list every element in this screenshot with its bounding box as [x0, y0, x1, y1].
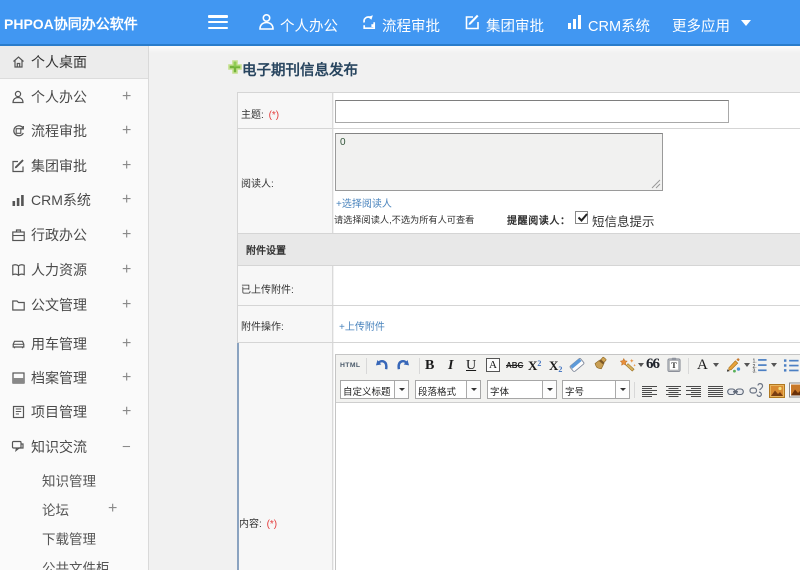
svg-text:T: T [671, 360, 677, 370]
svg-text:3.: 3. [752, 369, 756, 373]
